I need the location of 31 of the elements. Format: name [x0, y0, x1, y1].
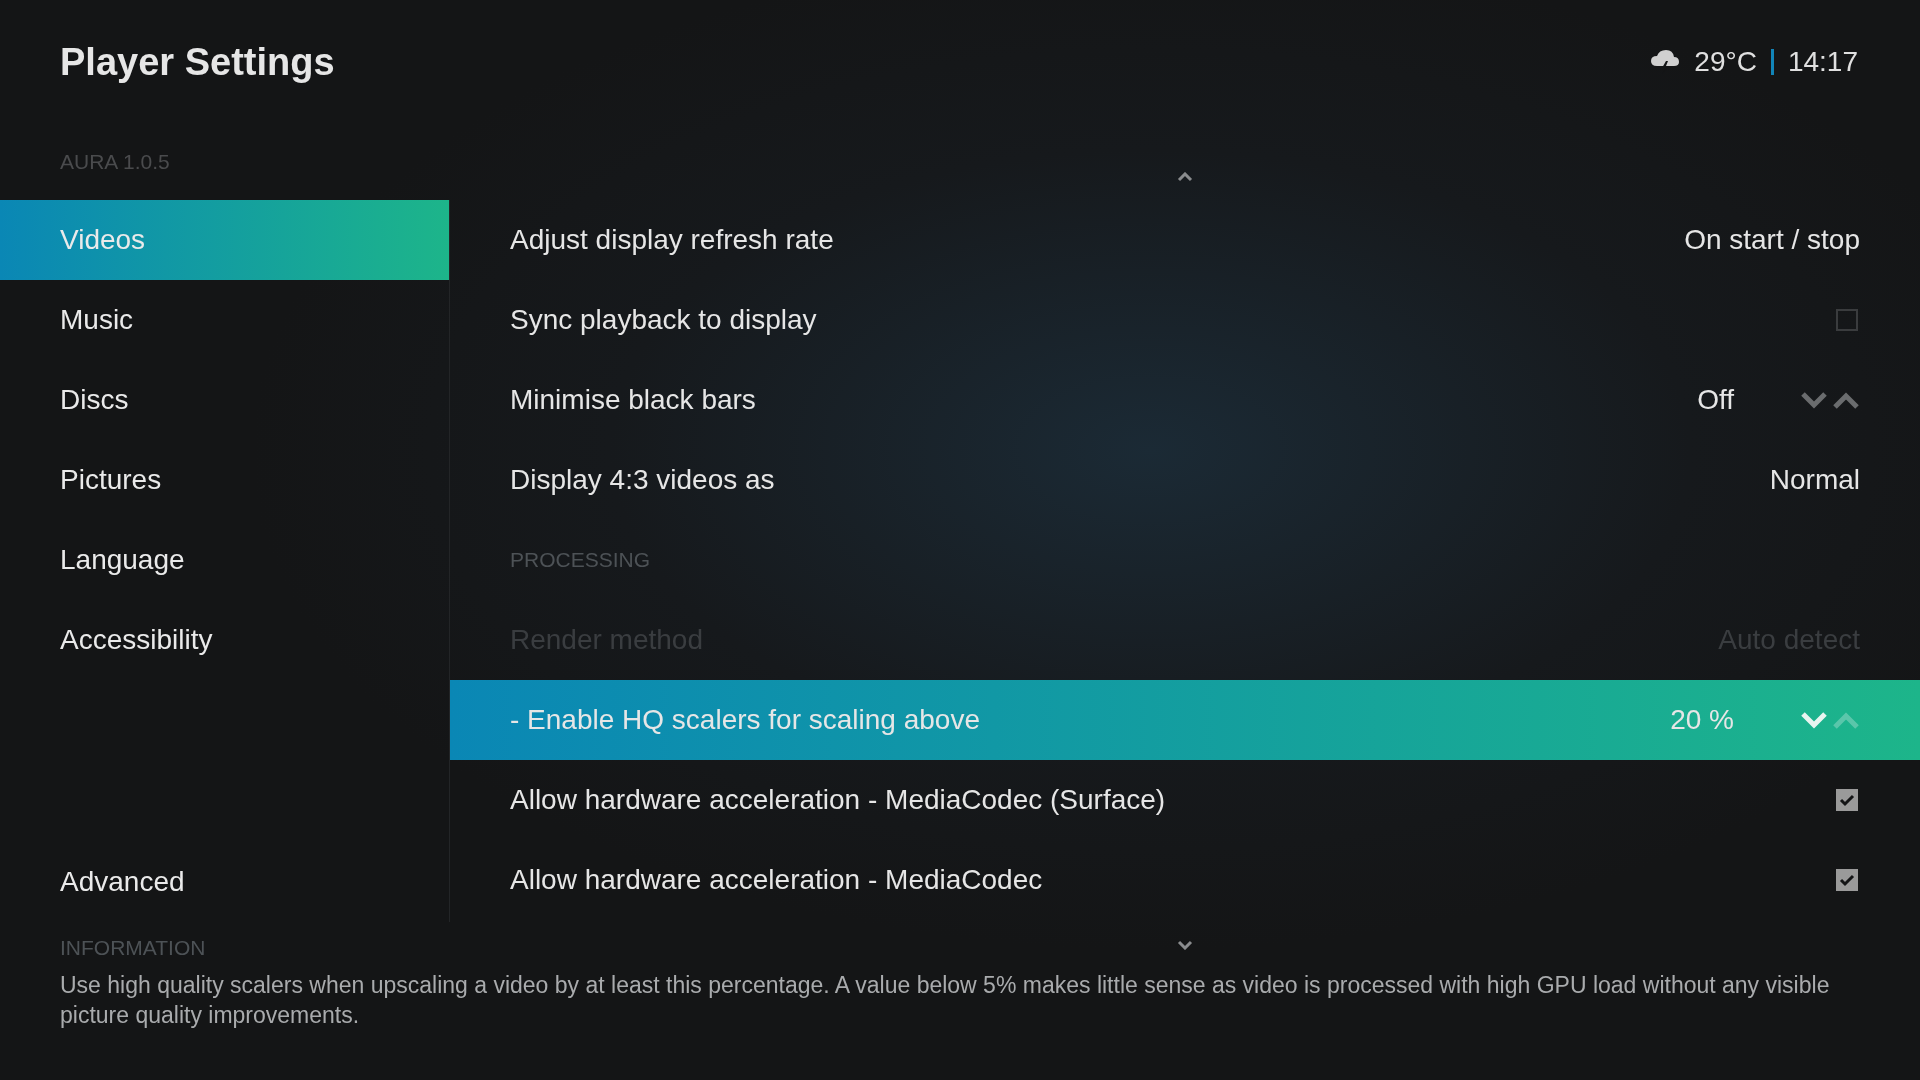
- sidebar-item[interactable]: Language: [0, 520, 449, 600]
- temperature: 29°C: [1694, 46, 1757, 78]
- sidebar-item[interactable]: Discs: [0, 360, 449, 440]
- checkbox[interactable]: [1836, 789, 1858, 811]
- setting-label[interactable]: Adjust display refresh rate: [510, 224, 1685, 256]
- setting-label[interactable]: Minimise black bars: [510, 384, 1698, 416]
- chevron-down-icon[interactable]: [1800, 391, 1828, 409]
- sidebar-item[interactable]: Pictures: [0, 440, 449, 520]
- section-heading: PROCESSING: [510, 548, 651, 572]
- page-title: Player Settings: [60, 40, 335, 84]
- setting-value: Normal: [1769, 464, 1860, 496]
- checkbox[interactable]: [1836, 309, 1858, 331]
- chevron-up-icon[interactable]: [1832, 391, 1860, 409]
- scroll-down-icon[interactable]: [1177, 940, 1193, 950]
- setting-label[interactable]: Allow hardware acceleration - MediaCodec: [510, 864, 1836, 896]
- setting-label[interactable]: Display 4:3 videos as: [510, 464, 1770, 496]
- setting-value: Off: [1697, 384, 1734, 416]
- checkbox[interactable]: [1836, 869, 1858, 891]
- setting-label[interactable]: Sync playback to display: [510, 304, 1836, 336]
- checkmark-icon: [1839, 793, 1855, 807]
- information-heading: INFORMATION: [60, 936, 206, 960]
- setting-value: On start / stop: [1684, 224, 1860, 256]
- clock-time: 14:17: [1787, 46, 1858, 78]
- sidebar-item[interactable]: Accessibility: [0, 600, 449, 680]
- scroll-up-icon[interactable]: [1177, 172, 1193, 182]
- checkmark-icon: [1839, 873, 1855, 887]
- information-text: Use high quality scalers when upscaling a video by at least this percentage. A value below 5% makes little sense as video is processed with high GPU load without any visible picture quality improvements.: [60, 971, 1831, 1030]
- sidebar-item[interactable]: Advanced: [0, 842, 449, 922]
- setting-value: 20 %: [1670, 704, 1734, 736]
- setting-label[interactable]: Allow hardware acceleration - MediaCodec (Surface): [510, 784, 1836, 816]
- sidebar-item[interactable]: Music: [0, 280, 449, 360]
